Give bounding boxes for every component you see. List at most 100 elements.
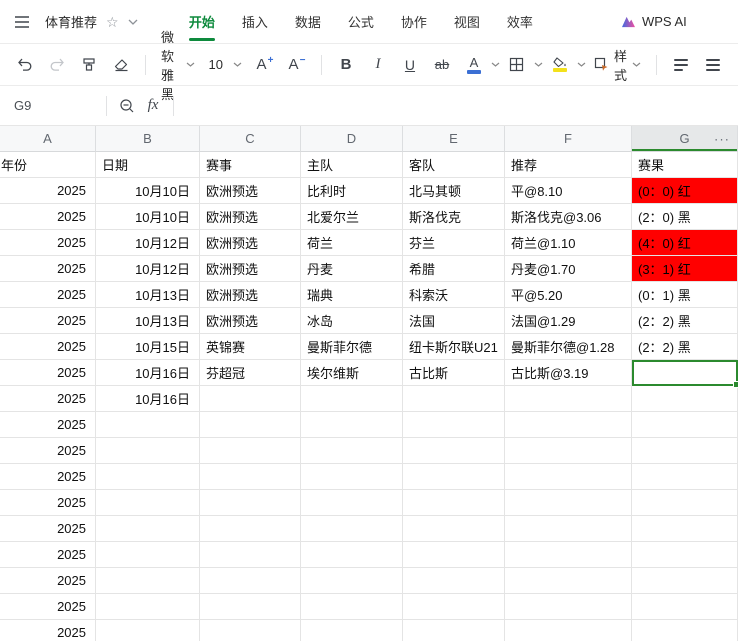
cell-A10[interactable]: 2025	[0, 386, 96, 412]
cell-style-button[interactable]: 样式	[588, 49, 647, 83]
cell-F18[interactable]	[505, 594, 632, 620]
cell-D17[interactable]	[301, 568, 403, 594]
cell-E2[interactable]: 北马其顿	[403, 178, 505, 204]
cell-C6[interactable]: 欧洲预选	[200, 282, 301, 308]
cell-D3[interactable]: 北爱尔兰	[301, 204, 403, 230]
cell-G8[interactable]: (2：2) 黑	[632, 334, 738, 360]
cell-G17[interactable]	[632, 568, 738, 594]
column-header-F[interactable]: F	[505, 126, 632, 152]
cell-E16[interactable]	[403, 542, 505, 568]
cell-G16[interactable]	[632, 542, 738, 568]
column-header-B[interactable]: B	[96, 126, 200, 152]
eraser-icon[interactable]	[106, 50, 136, 80]
tab-data[interactable]: 数据	[295, 0, 321, 43]
cell-B2[interactable]: 10月10日	[96, 178, 200, 204]
cell-C12[interactable]	[200, 438, 301, 464]
cell-reference-box[interactable]: G9	[14, 98, 99, 113]
cell-C11[interactable]	[200, 412, 301, 438]
cell-B10[interactable]: 10月16日	[96, 386, 200, 412]
column-header-A[interactable]: A	[0, 126, 96, 152]
underline-button[interactable]: U	[395, 50, 425, 80]
cell-B12[interactable]	[96, 438, 200, 464]
cell-E8[interactable]: 纽卡斯尔联U21	[403, 334, 505, 360]
cell-F14[interactable]	[505, 490, 632, 516]
cell-F19[interactable]	[505, 620, 632, 641]
cell-F11[interactable]	[505, 412, 632, 438]
cell-C8[interactable]: 英锦赛	[200, 334, 301, 360]
align-center-icon[interactable]	[698, 50, 728, 80]
column-header-E[interactable]: E	[403, 126, 505, 152]
cell-C15[interactable]	[200, 516, 301, 542]
cell-D6[interactable]: 瑞典	[301, 282, 403, 308]
redo-button[interactable]	[42, 50, 72, 80]
cell-A2[interactable]: 2025	[0, 178, 96, 204]
cell-A12[interactable]: 2025	[0, 438, 96, 464]
cell-B11[interactable]	[96, 412, 200, 438]
fill-color-chevron-icon[interactable]	[577, 62, 586, 67]
cell-B1[interactable]: 日期	[96, 152, 200, 178]
insert-function-button[interactable]: fx	[140, 91, 166, 121]
cell-D16[interactable]	[301, 542, 403, 568]
cell-D8[interactable]: 曼斯菲尔德	[301, 334, 403, 360]
cell-E11[interactable]	[403, 412, 505, 438]
cell-B18[interactable]	[96, 594, 200, 620]
cell-F9[interactable]: 古比斯@3.19	[505, 360, 632, 386]
cell-F6[interactable]: 平@5.20	[505, 282, 632, 308]
tab-formula[interactable]: 公式	[348, 0, 374, 43]
fill-handle[interactable]	[733, 381, 738, 388]
cell-F12[interactable]	[505, 438, 632, 464]
cell-B3[interactable]: 10月10日	[96, 204, 200, 230]
cell-B19[interactable]	[96, 620, 200, 641]
cell-C1[interactable]: 赛事	[200, 152, 301, 178]
italic-button[interactable]: I	[363, 50, 393, 80]
fill-color-button[interactable]	[545, 50, 575, 80]
cell-C2[interactable]: 欧洲预选	[200, 178, 301, 204]
cell-D15[interactable]	[301, 516, 403, 542]
cell-F4[interactable]: 荷兰@1.10	[505, 230, 632, 256]
tab-home[interactable]: 开始	[188, 0, 215, 43]
cell-D10[interactable]	[301, 386, 403, 412]
cell-G12[interactable]	[632, 438, 738, 464]
cell-C3[interactable]: 欧洲预选	[200, 204, 301, 230]
cell-D9[interactable]: 埃尔维斯	[301, 360, 403, 386]
cell-D18[interactable]	[301, 594, 403, 620]
cell-G4[interactable]: (4：0) 红	[632, 230, 738, 256]
column-header-C[interactable]: C	[200, 126, 301, 152]
font-name-select[interactable]: 微软雅黑	[155, 30, 201, 102]
undo-button[interactable]	[10, 50, 40, 80]
cell-F10[interactable]	[505, 386, 632, 412]
cell-A7[interactable]: 2025	[0, 308, 96, 334]
cell-E1[interactable]: 客队	[403, 152, 505, 178]
cell-G5[interactable]: (3：1) 红	[632, 256, 738, 282]
cell-B13[interactable]	[96, 464, 200, 490]
cell-D19[interactable]	[301, 620, 403, 641]
cell-C19[interactable]	[200, 620, 301, 641]
cell-C5[interactable]: 欧洲预选	[200, 256, 301, 282]
cell-D1[interactable]: 主队	[301, 152, 403, 178]
cell-B7[interactable]: 10月13日	[96, 308, 200, 334]
cell-G18[interactable]	[632, 594, 738, 620]
tab-collaborate[interactable]: 协作	[401, 0, 427, 43]
cell-G2[interactable]: (0：0) 红	[632, 178, 738, 204]
tab-insert[interactable]: 插入	[242, 0, 268, 43]
cell-E14[interactable]	[403, 490, 505, 516]
cell-G6[interactable]: (0：1) 黑	[632, 282, 738, 308]
title-chevron-down-icon[interactable]	[128, 19, 138, 25]
cell-G9[interactable]	[632, 360, 738, 388]
cell-G11[interactable]	[632, 412, 738, 438]
cell-E9[interactable]: 古比斯	[403, 360, 505, 386]
bold-button[interactable]: B	[331, 50, 361, 80]
cell-A6[interactable]: 2025	[0, 282, 96, 308]
cell-F8[interactable]: 曼斯菲尔德@1.28	[505, 334, 632, 360]
cell-D12[interactable]	[301, 438, 403, 464]
cell-C16[interactable]	[200, 542, 301, 568]
cell-A17[interactable]: 2025	[0, 568, 96, 594]
cell-E18[interactable]	[403, 594, 505, 620]
tab-view[interactable]: 视图	[454, 0, 480, 43]
cell-G14[interactable]	[632, 490, 738, 516]
cell-B8[interactable]: 10月15日	[96, 334, 200, 360]
cell-G10[interactable]	[632, 386, 738, 412]
cell-D5[interactable]: 丹麦	[301, 256, 403, 282]
align-left-icon[interactable]	[666, 50, 696, 80]
formula-input[interactable]	[181, 86, 738, 125]
